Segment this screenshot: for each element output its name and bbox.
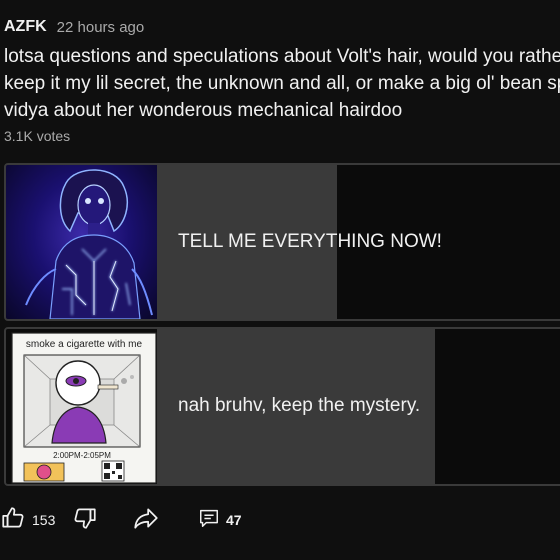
post-body: lotsa questions and speculations about V… (4, 43, 560, 124)
comment-count: 47 (226, 512, 242, 528)
sticker-time: 2:00PM-2:05PM (53, 451, 111, 460)
sticker-card-image: smoke a cigarette with me 2:00PM-2:05PM (11, 332, 157, 484)
post-text-line: keep it my lil secret, the unknown and a… (4, 73, 560, 94)
share-button[interactable] (132, 500, 160, 540)
like-button[interactable]: 153 (0, 500, 55, 540)
comments-button[interactable]: 47 (198, 500, 242, 540)
poll-option-image (6, 165, 157, 319)
thumbs-down-icon (72, 505, 98, 536)
post-text-line: vidya about her wonderous mechanical hai… (4, 100, 403, 121)
poll-option-label: TELL ME EVERYTHING NOW! (178, 231, 442, 252)
thumbs-up-icon (0, 505, 26, 536)
poll-option-2[interactable]: smoke a cigarette with me 2:00PM-2:05PM (4, 327, 560, 486)
post-text-line: lotsa questions and speculations about V… (4, 46, 560, 67)
engagement-toolbar: 153 47 (0, 500, 560, 540)
poll-option-image: smoke a cigarette with me 2:00PM-2:05PM (6, 329, 157, 484)
vote-count: 3.1K votes (4, 128, 71, 144)
share-icon (132, 505, 160, 536)
post-timestamp[interactable]: 22 hours ago (57, 19, 145, 36)
post-header: AZFK 22 hours ago (4, 16, 144, 38)
like-count: 153 (32, 512, 56, 528)
sticker-caption: smoke a cigarette with me (26, 339, 143, 350)
poll-option-1[interactable]: TELL ME EVERYTHING NOW! (4, 163, 560, 321)
poll-option-label: nah bruhv, keep the mystery. (178, 395, 421, 416)
dislike-button[interactable] (72, 500, 98, 540)
comment-icon (198, 507, 220, 534)
neon-figure-image (25, 169, 153, 319)
channel-name[interactable]: AZFK (4, 18, 47, 36)
